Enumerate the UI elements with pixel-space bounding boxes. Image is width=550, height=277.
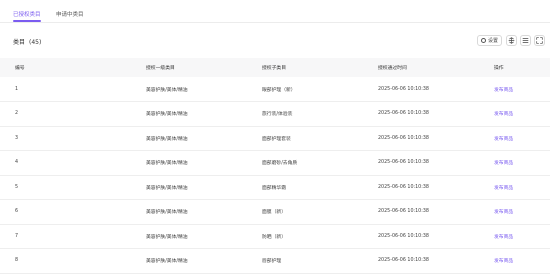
row-time: 2025-06-06 10:10:38 xyxy=(378,258,429,264)
row-id: 7 xyxy=(15,233,19,239)
row-category: 美容护肤/美体/精油 xyxy=(146,112,188,118)
row-time: 2025-06-06 10:10:38 xyxy=(378,233,429,239)
column-header-subcategory: 授权子类目 xyxy=(262,66,286,71)
row-id: 1 xyxy=(15,86,19,92)
column-header-action: 操作 xyxy=(494,66,504,71)
row-id: 2 xyxy=(15,111,19,117)
column-height-button[interactable] xyxy=(506,35,517,46)
row-subcategory: 防晒（新） xyxy=(262,234,286,240)
column-header-category: 授权一级类目 xyxy=(146,66,175,71)
section-title: 类目 xyxy=(13,39,26,46)
row-time: 2025-06-06 10:10:38 xyxy=(378,111,429,117)
table-row: 7 美容护肤/美体/精油 防晒（新） 2025-06-06 10:10:38 发… xyxy=(0,224,550,249)
column-height-icon xyxy=(508,37,515,44)
settings-label: 设置 xyxy=(487,38,498,44)
tab-pending-categories[interactable]: 申请中类目 xyxy=(56,10,84,18)
publish-product-link[interactable]: 发布商品 xyxy=(494,126,550,151)
row-category: 美容护肤/美体/精油 xyxy=(146,87,188,93)
row-id: 3 xyxy=(15,135,19,141)
row-time: 2025-06-06 10:10:38 xyxy=(378,135,429,141)
table-row: 3 美容护肤/美体/精油 面部护理套装 2025-06-06 10:10:38 … xyxy=(0,126,550,151)
row-id: 6 xyxy=(15,209,19,215)
tab-authorized-categories[interactable]: 已授权类目 xyxy=(13,10,41,18)
active-tab-indicator xyxy=(13,20,41,22)
settings-button[interactable]: 设置 xyxy=(477,35,502,46)
row-time: 2025-06-06 10:10:38 xyxy=(378,184,429,190)
list-settings-button[interactable] xyxy=(520,35,531,46)
publish-product-link[interactable]: 发布商品 xyxy=(494,77,550,102)
row-subcategory: 唇部护理 xyxy=(262,259,282,265)
row-subcategory: 旅行装/体验装 xyxy=(262,112,293,118)
section-header: 类目 (45) xyxy=(13,37,41,46)
row-category: 美容护肤/美体/精油 xyxy=(146,210,188,216)
category-count: (45) xyxy=(29,39,42,46)
publish-product-link[interactable]: 发布商品 xyxy=(494,102,550,127)
row-subcategory: 眼部护理（新） xyxy=(262,87,296,93)
fullscreen-button[interactable] xyxy=(534,35,545,46)
publish-product-link[interactable]: 发布商品 xyxy=(494,175,550,200)
list-settings-icon xyxy=(522,38,529,43)
table-row: 6 美容护肤/美体/精油 面膜（新） 2025-06-06 10:10:38 发… xyxy=(0,200,550,225)
table-row: 1 美容护肤/美体/精油 眼部护理（新） 2025-06-06 10:10:38… xyxy=(0,77,550,102)
row-subcategory: 面部护理套装 xyxy=(262,136,291,142)
row-category: 美容护肤/美体/精油 xyxy=(146,161,188,167)
row-category: 美容护肤/美体/精油 xyxy=(146,259,188,265)
row-subcategory: 面膜（新） xyxy=(262,210,286,216)
fullscreen-icon xyxy=(536,37,543,44)
table-row: 5 美容护肤/美体/精油 面部精华霜 2025-06-06 10:10:38 发… xyxy=(0,175,550,200)
column-header-id: 编号 xyxy=(15,66,25,71)
row-category: 美容护肤/美体/精油 xyxy=(146,136,188,142)
row-subcategory: 面部磨砂/去角质 xyxy=(262,161,298,167)
publish-product-link[interactable]: 发布商品 xyxy=(494,224,550,249)
row-id: 5 xyxy=(15,184,19,190)
table-row: 8 美容护肤/美体/精油 唇部护理 2025-06-06 10:10:38 发布… xyxy=(0,249,550,274)
column-header-time: 授权通过时间 xyxy=(378,66,407,71)
category-tabs: 已授权类目 申请中类目 xyxy=(0,0,550,23)
row-time: 2025-06-06 10:10:38 xyxy=(378,160,429,166)
table-header-row: 编号 授权一级类目 授权子类目 授权通过时间 操作 xyxy=(0,58,550,77)
publish-product-link[interactable]: 发布商品 xyxy=(494,249,550,274)
row-category: 美容护肤/美体/精油 xyxy=(146,234,188,240)
row-time: 2025-06-06 10:10:38 xyxy=(378,86,429,92)
gear-icon xyxy=(480,38,486,43)
table-row: 2 美容护肤/美体/精油 旅行装/体验装 2025-06-06 10:10:38… xyxy=(0,102,550,127)
row-category: 美容护肤/美体/精油 xyxy=(146,185,188,191)
row-id: 4 xyxy=(15,160,19,166)
row-time: 2025-06-06 10:10:38 xyxy=(378,209,429,215)
row-id: 8 xyxy=(15,258,19,264)
publish-product-link[interactable]: 发布商品 xyxy=(494,200,550,225)
publish-product-link[interactable]: 发布商品 xyxy=(494,151,550,176)
table-row: 4 美容护肤/美体/精油 面部磨砂/去角质 2025-06-06 10:10:3… xyxy=(0,151,550,176)
row-subcategory: 面部精华霜 xyxy=(262,185,286,191)
category-table: 编号 授权一级类目 授权子类目 授权通过时间 操作 1 美容护肤/美体/精油 眼… xyxy=(0,58,550,274)
